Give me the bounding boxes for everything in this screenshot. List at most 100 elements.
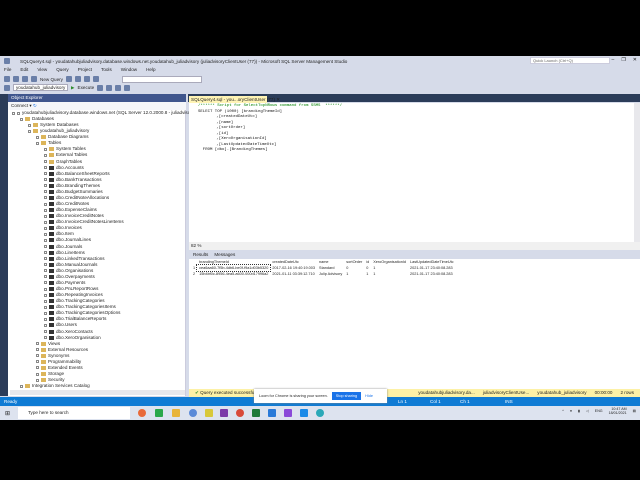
results-grid-icon[interactable]: [115, 84, 122, 91]
expand-icon[interactable]: [44, 190, 47, 194]
undo-icon[interactable]: [92, 76, 99, 82]
expand-icon[interactable]: [20, 117, 23, 121]
cut-icon[interactable]: [74, 76, 81, 82]
expand-icon[interactable]: [28, 123, 31, 127]
connect-button[interactable]: Connect ▾: [11, 103, 32, 108]
filter-icon[interactable]: [4, 84, 10, 91]
back-icon[interactable]: [4, 76, 10, 82]
hide-button[interactable]: Hide: [365, 394, 373, 398]
expand-icon[interactable]: [44, 178, 47, 182]
table-cell[interactable]: 2021-01-11 03:39:12.710: [270, 271, 317, 277]
expand-icon[interactable]: [44, 251, 47, 255]
cortana-icon[interactable]: [138, 409, 146, 417]
tab-sqlquery4[interactable]: SQLQuery4.sql - you...oryClientUser (77)…: [189, 96, 280, 103]
copy-icon[interactable]: [83, 76, 90, 82]
app-green-icon[interactable]: [155, 409, 163, 417]
clock[interactable]: 10:47 AM 18/01/2021: [609, 407, 627, 415]
menu-edit[interactable]: Edit: [20, 67, 28, 72]
chrome-icon[interactable]: [236, 409, 244, 417]
database-dropdown[interactable]: youdatahub_juliadvisory: [13, 84, 68, 91]
taskbar-search[interactable]: Type here to search: [18, 407, 130, 419]
execute-icon[interactable]: ▶: [71, 85, 75, 91]
open-icon[interactable]: [22, 76, 28, 82]
restore-button[interactable]: ❐: [621, 57, 625, 63]
table-cell[interactable]: 1: [344, 271, 364, 277]
windows-start-icon[interactable]: ⊞: [5, 410, 10, 417]
onenote-icon[interactable]: [220, 409, 228, 417]
expand-icon[interactable]: [20, 384, 23, 388]
zoom-level[interactable]: 82 %: [189, 242, 640, 250]
expand-icon[interactable]: [36, 354, 39, 358]
expand-icon[interactable]: [36, 348, 39, 352]
expand-icon[interactable]: [36, 372, 39, 376]
query-editor[interactable]: [189, 103, 635, 242]
expand-icon[interactable]: [44, 232, 47, 236]
microphone-icon[interactable]: ●: [570, 409, 572, 413]
menu-project[interactable]: Project: [78, 67, 92, 72]
tab-messages[interactable]: Messages: [214, 251, 235, 259]
expand-icon[interactable]: [44, 269, 47, 273]
execute-button[interactable]: Execute: [78, 85, 95, 90]
stop-sharing-button[interactable]: Stop sharing: [331, 392, 362, 400]
expand-icon[interactable]: [44, 263, 47, 267]
comment-icon[interactable]: [124, 84, 131, 91]
paint-icon[interactable]: [189, 409, 197, 417]
expand-icon[interactable]: [44, 317, 47, 321]
expand-icon[interactable]: [44, 153, 47, 157]
expand-icon[interactable]: [36, 360, 39, 364]
expand-icon[interactable]: [44, 202, 47, 206]
expand-icon[interactable]: [44, 336, 47, 340]
table-cell[interactable]: 1: [364, 271, 371, 277]
expand-icon[interactable]: [28, 129, 31, 133]
minimize-button[interactable]: –: [612, 57, 615, 63]
expand-icon[interactable]: [44, 293, 47, 297]
tree-node[interactable]: Integration Services Catalog: [20, 383, 90, 389]
new-query-button[interactable]: New Query: [40, 77, 63, 82]
menu-help[interactable]: Help: [146, 67, 155, 72]
expand-icon[interactable]: [44, 208, 47, 212]
menu-query[interactable]: Query: [56, 67, 69, 72]
save-icon[interactable]: [31, 76, 37, 82]
expand-icon[interactable]: [44, 166, 47, 170]
expand-icon[interactable]: [44, 257, 47, 261]
close-tab-icon[interactable]: ✕: [276, 97, 280, 102]
table-cell[interactable]: 15b4bf0c-8956-4ea5-a600-000d17996a2: [197, 271, 270, 277]
tray-chevron-icon[interactable]: ^: [562, 409, 564, 413]
plan-icon[interactable]: [106, 84, 113, 91]
table-row[interactable]: 2 15b4bf0c-8956-4ea5-a600-000d17996a2 2021…: [191, 271, 456, 277]
expand-icon[interactable]: [36, 366, 39, 370]
ssms-taskbar-icon[interactable]: [268, 409, 276, 417]
volume-icon[interactable]: ◁: [586, 409, 589, 413]
expand-icon[interactable]: [44, 226, 47, 230]
expand-icon[interactable]: [36, 342, 39, 346]
expand-icon[interactable]: [44, 238, 47, 242]
expand-icon[interactable]: [36, 378, 39, 382]
expand-icon[interactable]: [44, 323, 47, 327]
expand-icon[interactable]: [44, 245, 47, 249]
expand-icon[interactable]: [44, 184, 47, 188]
parse-icon[interactable]: [97, 84, 104, 91]
expand-icon[interactable]: [44, 330, 47, 334]
table-cell[interactable]: 2021-01-17 23:40:08.283: [408, 271, 456, 277]
new-project-icon[interactable]: [13, 76, 19, 82]
quick-launch-input[interactable]: Quick Launch (Ctrl+Q): [530, 57, 610, 64]
expand-icon[interactable]: [44, 160, 47, 164]
close-button[interactable]: ✕: [633, 57, 637, 63]
expand-icon[interactable]: [44, 147, 47, 151]
expand-icon[interactable]: [36, 135, 39, 139]
refresh-icon[interactable]: ↻: [33, 103, 37, 108]
editor-scrollbar[interactable]: [634, 103, 640, 242]
expand-icon[interactable]: [44, 220, 47, 224]
expand-icon[interactable]: [44, 275, 47, 279]
table-cell[interactable]: Julip Advisory: [317, 271, 344, 277]
menu-tools[interactable]: Tools: [101, 67, 112, 72]
expand-icon[interactable]: [44, 305, 47, 309]
expand-icon[interactable]: [44, 196, 47, 200]
expand-icon[interactable]: [44, 172, 47, 176]
menu-view[interactable]: View: [37, 67, 47, 72]
expand-icon[interactable]: [36, 141, 39, 145]
expand-icon[interactable]: [12, 111, 15, 115]
vscode-icon[interactable]: [300, 409, 308, 417]
notifications-icon[interactable]: ▤: [633, 409, 636, 413]
table-cell[interactable]: 1: [371, 271, 408, 277]
